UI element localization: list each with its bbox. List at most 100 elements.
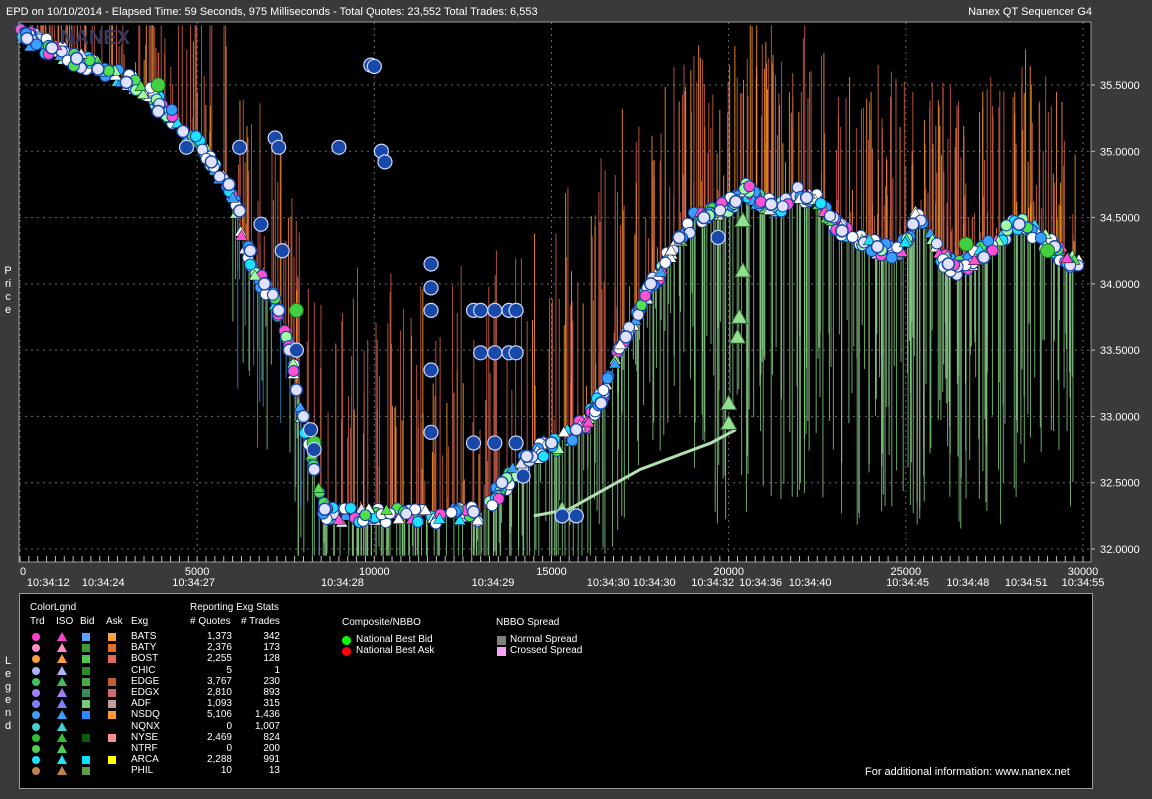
trade-dot xyxy=(1034,231,1047,244)
bid-swatch xyxy=(82,655,90,664)
trade-dot xyxy=(359,509,372,522)
bid-swatch xyxy=(82,733,90,742)
exchange-trades: 991 xyxy=(263,754,280,766)
trade-dot xyxy=(619,330,633,344)
normal-spread-label: Normal Spread xyxy=(510,634,578,645)
trade-dot xyxy=(165,103,178,116)
price-chart: 35.5000 35.0000 34.5000 34.0000 33.5000 33.00… xyxy=(14,21,1140,589)
trade-dot xyxy=(885,251,898,264)
iso-trade-dot xyxy=(710,229,726,246)
col-trd: Trd xyxy=(30,616,45,627)
ask-swatch xyxy=(108,711,116,720)
trade-dot xyxy=(697,210,711,225)
trade-dot xyxy=(519,449,534,463)
time-tick-label: 10:34:30 xyxy=(587,577,630,589)
iso-trade-dot xyxy=(331,139,347,155)
trade-dot xyxy=(569,422,584,437)
ask-swatch xyxy=(108,689,116,697)
iso-trade-dot xyxy=(178,139,195,155)
exchange-quotes: 5 xyxy=(226,664,232,676)
exchange-quotes: 0 xyxy=(226,743,232,754)
best-bid-dot xyxy=(342,636,351,645)
crossed-spread-label: Crossed Spread xyxy=(510,645,583,656)
trade-dot xyxy=(69,51,84,66)
iso-trade-dot xyxy=(271,139,287,155)
col-trades: # Trades xyxy=(241,616,280,627)
time-tick-label: 10:34:36 xyxy=(739,577,782,589)
best-ask-dot xyxy=(342,647,351,656)
trade-dot xyxy=(729,194,743,209)
ask-swatch xyxy=(108,644,116,653)
bid-swatch xyxy=(82,711,90,720)
iso-trade-dot xyxy=(366,58,382,75)
trade-dot xyxy=(411,515,424,528)
trd-dot xyxy=(32,644,40,653)
exchange-quotes: 2,255 xyxy=(206,653,232,665)
time-tick-label: 10:34:45 xyxy=(886,577,929,589)
exchange-quotes: 3,767 xyxy=(206,675,232,687)
trade-dot xyxy=(544,436,559,450)
trade-dot xyxy=(119,75,134,90)
trade-dot xyxy=(659,256,672,269)
col-iso: ISO xyxy=(56,616,74,627)
iso-trade-dot xyxy=(473,345,489,361)
iso-triangle xyxy=(57,643,67,653)
iso-triangle xyxy=(57,699,67,709)
watermark: NANEX xyxy=(60,27,131,49)
trd-dot xyxy=(32,733,40,742)
trd-dot xyxy=(32,677,40,686)
iso-triangle xyxy=(57,732,67,742)
y-tick-label: 33.0000 xyxy=(1100,411,1140,423)
iso-trade-dot xyxy=(568,508,584,524)
exchange-trades: 1,007 xyxy=(254,720,280,732)
y-tick-label: 34.5000 xyxy=(1100,213,1140,225)
trade-dot xyxy=(287,365,300,378)
trd-dot xyxy=(32,745,40,753)
time-tick-label: 10:34:51 xyxy=(1005,577,1048,589)
trade-dot xyxy=(289,383,304,397)
colorlgnd-title: ColorLgnd xyxy=(30,602,77,613)
time-tick-label: 10:34:24 xyxy=(82,577,125,589)
trade-dot xyxy=(271,303,286,318)
trade-dot xyxy=(941,257,956,271)
exchange-quotes: 5,106 xyxy=(206,709,232,721)
trade-dot xyxy=(714,204,727,217)
iso-trade-dot xyxy=(515,468,531,484)
trade-dot xyxy=(977,250,991,265)
bid-dot xyxy=(288,302,304,318)
trade-dot xyxy=(930,237,943,250)
iso-trade-dot xyxy=(306,441,322,458)
trade-dot xyxy=(20,31,34,46)
exchange-name: NQNX xyxy=(131,720,160,732)
iso-trade-dot xyxy=(554,508,570,524)
trade-dot xyxy=(486,499,499,512)
exchange-name: BATS xyxy=(131,631,157,642)
trd-dot xyxy=(32,666,40,675)
best-bid-label: National Best Bid xyxy=(356,634,433,645)
exchange-trades: 315 xyxy=(263,698,280,710)
exchange-trades: 1 xyxy=(274,664,280,676)
time-tick-label: 10:34:28 xyxy=(321,577,364,589)
y-tick-label: 32.0000 xyxy=(1100,544,1140,556)
iso-trade-dot xyxy=(423,424,439,440)
trade-dot xyxy=(466,505,481,519)
legend-panel: ColorLgnd Trd ISO Bid Ask Exg Reporting … xyxy=(19,593,1093,789)
bid-swatch xyxy=(82,677,90,686)
exchange-quotes: 0 xyxy=(226,720,232,732)
exchange-trades: 893 xyxy=(263,687,280,698)
trade-dot xyxy=(537,450,550,463)
best-ask-label: National Best Ask xyxy=(356,645,435,656)
iso-trade-dot xyxy=(274,243,290,259)
time-tick-label: 10:34:40 xyxy=(789,577,832,589)
exchange-quotes: 1,093 xyxy=(206,698,232,710)
trd-dot xyxy=(32,633,40,641)
footer-note[interactable]: For additional information: www.nanex.ne… xyxy=(865,766,1070,778)
time-tick-label: 10:34:29 xyxy=(472,577,515,589)
bid-swatch xyxy=(82,689,90,697)
trd-dot xyxy=(32,722,40,731)
trade-dot xyxy=(906,217,920,231)
trade-dot xyxy=(814,197,827,210)
bid-dot xyxy=(150,77,166,93)
exchange-name: CHIC xyxy=(131,664,156,676)
crossed-spread-swatch xyxy=(497,647,506,656)
